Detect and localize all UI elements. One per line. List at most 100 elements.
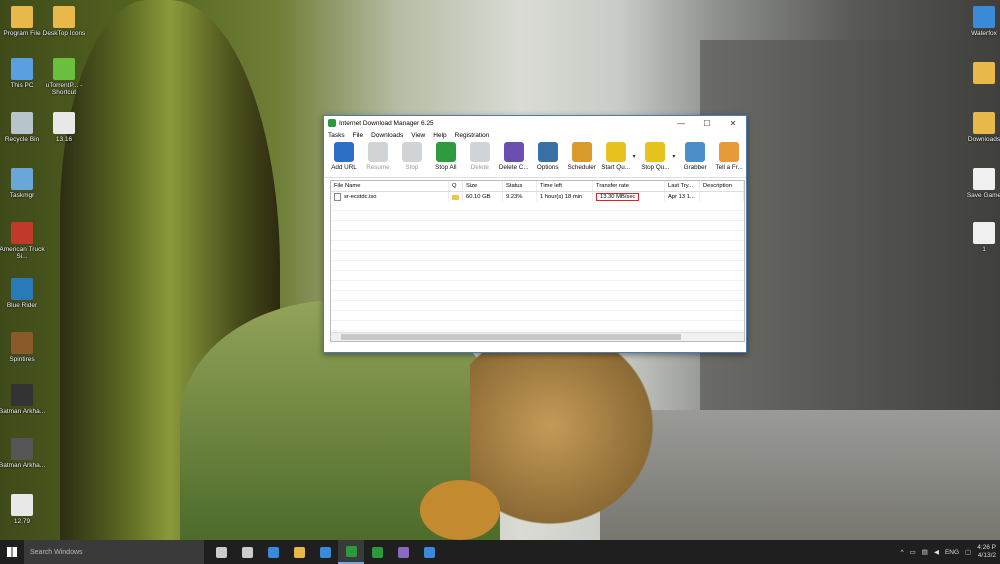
desktop-icon-label: Downloads bbox=[967, 136, 1000, 143]
download-list[interactable]: File Name Q Size Status Time left Transfer ra… bbox=[330, 180, 745, 342]
toolbar-delete-button[interactable]: Delete bbox=[463, 141, 497, 171]
taskbar-app-button[interactable] bbox=[338, 540, 364, 564]
desktop-icon[interactable]: American Truck Si... bbox=[0, 222, 48, 260]
desktop-icon[interactable]: Batman Arkha... bbox=[0, 438, 48, 469]
desktop-icon[interactable]: Downloads bbox=[960, 112, 1000, 143]
taskbar-app-button[interactable] bbox=[234, 540, 260, 564]
desktop-icon[interactable]: Taskmgr bbox=[0, 168, 48, 199]
app-purple-icon bbox=[397, 546, 409, 558]
column-header[interactable]: File Name bbox=[331, 181, 449, 191]
idm-icon bbox=[345, 545, 357, 557]
network-icon[interactable]: ▤ bbox=[922, 548, 928, 556]
column-header[interactable]: Transfer rate bbox=[593, 181, 665, 191]
desktop-icon[interactable] bbox=[960, 62, 1000, 86]
desktop-icon[interactable]: Spintires bbox=[0, 332, 48, 363]
desktop-icon-image bbox=[11, 112, 33, 134]
toolbar-delete-completed-button[interactable]: Delete C... bbox=[497, 141, 531, 171]
desktop-icon-image bbox=[11, 222, 33, 244]
store-icon bbox=[241, 546, 253, 558]
add-url-icon bbox=[333, 142, 354, 162]
volume-icon[interactable]: ◀ bbox=[934, 548, 939, 556]
taskbar-apps bbox=[208, 540, 442, 564]
wallpaper-pineapple bbox=[420, 480, 500, 540]
column-header[interactable]: Status bbox=[503, 181, 537, 191]
column-header[interactable]: Size bbox=[463, 181, 503, 191]
toolbar-stop-queue-button[interactable]: Stop Qu... bbox=[638, 141, 672, 171]
desktop-icon[interactable]: DeskTop Icons bbox=[38, 6, 90, 37]
desktop-icon[interactable]: Waterfox bbox=[960, 6, 1000, 37]
taskbar-app-button[interactable] bbox=[312, 540, 338, 564]
delete-icon bbox=[469, 142, 490, 162]
maximize-button[interactable]: ☐ bbox=[694, 119, 720, 128]
toolbar-add-url-button[interactable]: Add URL bbox=[327, 141, 361, 171]
language-indicator[interactable]: ENG bbox=[945, 549, 959, 556]
toolbar-options-button[interactable]: Options bbox=[531, 141, 565, 171]
column-header[interactable]: Last Try... bbox=[665, 181, 700, 191]
column-header[interactable]: Q bbox=[449, 181, 463, 191]
start-button[interactable] bbox=[0, 540, 24, 564]
desktop-icon-image bbox=[11, 494, 33, 516]
desktop-icon-image bbox=[973, 6, 995, 28]
taskbar-app-button[interactable] bbox=[390, 540, 416, 564]
toolbar-grabber-button[interactable]: Grabber bbox=[678, 141, 712, 171]
menu-downloads[interactable]: Downloads bbox=[371, 132, 403, 139]
toolbar-resume-button[interactable]: Resume bbox=[361, 141, 395, 171]
notification-icon[interactable]: ▭ bbox=[910, 548, 916, 556]
close-button[interactable]: ✕ bbox=[720, 119, 746, 128]
idm-window[interactable]: Internet Download Manager 6.25 — ☐ ✕ Tas… bbox=[323, 115, 747, 353]
windows-logo-icon bbox=[7, 547, 17, 557]
column-header[interactable]: Description bbox=[700, 181, 744, 191]
desktop-icon-label: Spintires bbox=[9, 356, 35, 363]
toolbar-stop-all-button[interactable]: Stop All bbox=[429, 141, 463, 171]
search-box[interactable]: Search Windows bbox=[24, 540, 204, 564]
desktop-icon[interactable]: Batman Arkha... bbox=[0, 384, 48, 415]
desktop-icon[interactable]: Save Game bbox=[960, 168, 1000, 199]
resume-icon bbox=[367, 142, 388, 162]
scrollbar-thumb[interactable] bbox=[341, 334, 681, 340]
taskbar-app-button[interactable] bbox=[208, 540, 234, 564]
start-queue-icon bbox=[605, 142, 626, 162]
minimize-button[interactable]: — bbox=[668, 119, 694, 128]
horizontal-scrollbar[interactable] bbox=[331, 332, 744, 341]
desktop-icon[interactable]: 1 bbox=[960, 222, 1000, 253]
clock[interactable]: 4:26 P 4/13/2 bbox=[977, 544, 996, 560]
tray-chevron-icon[interactable]: ^ bbox=[901, 549, 904, 556]
toolbar-button-label: Stop bbox=[405, 164, 419, 171]
toolbar-stop-button[interactable]: Stop bbox=[395, 141, 429, 171]
toolbar-button-label: Tell a Fr... bbox=[715, 164, 743, 171]
clock-time: 4:26 P bbox=[977, 544, 996, 551]
file-name-text: sr-ecstdc.iso bbox=[344, 194, 377, 200]
desktop-icon[interactable]: uTorrentP... - Shortcut bbox=[38, 58, 90, 96]
menu-registration[interactable]: Registration bbox=[455, 132, 490, 139]
menu-file[interactable]: File bbox=[353, 132, 363, 139]
scheduler-icon bbox=[571, 142, 592, 162]
desktop-icon-label: Batman Arkha... bbox=[0, 462, 46, 469]
column-header[interactable]: Time left bbox=[537, 181, 593, 191]
menu-view[interactable]: View bbox=[411, 132, 425, 139]
taskbar-app-button[interactable] bbox=[416, 540, 442, 564]
menu-help[interactable]: Help bbox=[433, 132, 446, 139]
edge-icon bbox=[267, 546, 279, 558]
toolbar: Add URL Resume Stop Stop All Delete Delete C.… bbox=[324, 141, 746, 178]
stop-queue-icon bbox=[645, 142, 666, 162]
file-icon bbox=[334, 193, 341, 201]
desktop-icon-label: Blue Rider bbox=[6, 302, 38, 309]
action-center-icon[interactable]: ▢ bbox=[965, 548, 971, 556]
toolbar-start-queue-button[interactable]: Start Qu... bbox=[599, 141, 633, 171]
toolbar-scheduler-button[interactable]: Scheduler bbox=[565, 141, 599, 171]
desktop-icon-label: Waterfox bbox=[971, 30, 997, 37]
title-bar[interactable]: Internet Download Manager 6.25 — ☐ ✕ bbox=[324, 116, 746, 130]
toolbar-tell-a-friend-button[interactable]: Tell a Fr... bbox=[712, 141, 746, 171]
menu-tasks[interactable]: Tasks bbox=[328, 132, 345, 139]
taskbar-app-button[interactable] bbox=[260, 540, 286, 564]
options-icon bbox=[537, 142, 558, 162]
toolbar-button-label: Stop All bbox=[435, 164, 457, 171]
desktop-icon[interactable]: Blue Rider bbox=[0, 278, 48, 309]
desktop-icon[interactable]: 12.79 bbox=[0, 494, 48, 525]
desktop-icon[interactable]: 13.16 bbox=[38, 112, 90, 143]
desktop-icon-image bbox=[11, 278, 33, 300]
desktop-icon-label: 1 bbox=[982, 246, 986, 253]
transfer-rate-highlight: 13.30 MB/sec bbox=[596, 193, 640, 201]
taskbar-app-button[interactable] bbox=[364, 540, 390, 564]
taskbar-app-button[interactable] bbox=[286, 540, 312, 564]
